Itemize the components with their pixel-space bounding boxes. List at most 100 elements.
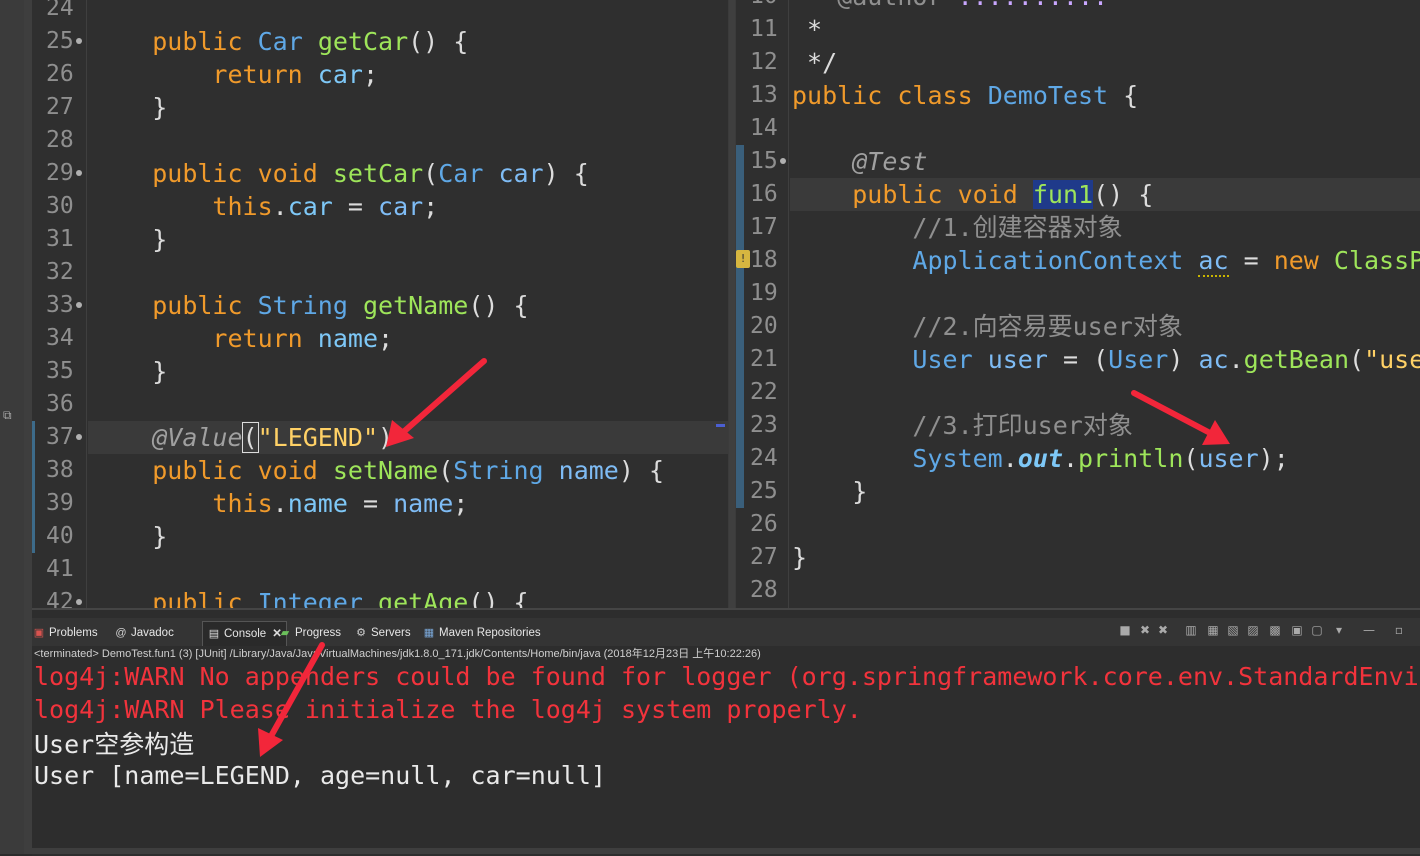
line-number: 21	[750, 346, 778, 372]
fold-toggle-icon[interactable]	[76, 599, 82, 605]
minimize-icon[interactable]: —	[1362, 623, 1376, 637]
remove-launch-icon[interactable]: ✖	[1138, 623, 1152, 637]
horizontal-scrollbar[interactable]	[32, 848, 1420, 854]
code-line-18[interactable]: !18 ApplicationContext ac = new ClassPat	[736, 244, 1420, 277]
code-line-24[interactable]: 24	[32, 0, 728, 25]
code-line-29[interactable]: 29 public void setCar(Car car) {	[32, 157, 728, 190]
code-text: this.car = car;	[212, 192, 439, 221]
code-line-11[interactable]: 11 *	[736, 13, 1420, 46]
pin-console-icon[interactable]: ▩	[1268, 623, 1282, 637]
tab-problems[interactable]: ▣ Problems	[32, 623, 98, 643]
change-marker	[736, 409, 744, 442]
code-line-24[interactable]: 24 System.out.println(user);	[736, 442, 1420, 475]
code-line-19[interactable]: 19	[736, 277, 1420, 310]
editor-demotest-java[interactable]: 10 * @author ..........11 *12 */13public…	[736, 0, 1420, 608]
line-number: 17	[750, 214, 778, 240]
display-console-icon[interactable]: ▣	[1290, 623, 1304, 637]
maximize-icon[interactable]: ▫	[1392, 623, 1406, 637]
left-trim-bar: ⧉	[0, 0, 24, 854]
code-line-38[interactable]: 38 public void setName(String name) {	[32, 454, 728, 487]
code-line-33[interactable]: 33 public String getName() {	[32, 289, 728, 322]
line-number: 15	[750, 148, 778, 174]
code-line-34[interactable]: 34 return name;	[32, 322, 728, 355]
code-text: ApplicationContext ac = new ClassPat	[912, 246, 1420, 277]
code-line-22[interactable]: 22	[736, 376, 1420, 409]
scroll-lock-icon[interactable]: ▥	[1184, 623, 1198, 637]
line-number: 14	[750, 115, 778, 141]
editor-sash[interactable]	[728, 0, 736, 608]
warning-icon[interactable]: !	[736, 250, 750, 268]
code-line-15[interactable]: 15 @Test	[736, 145, 1420, 178]
code-line-27[interactable]: 27 }	[32, 91, 728, 124]
code-line-12[interactable]: 12 */	[736, 46, 1420, 79]
tab-maven-repositories[interactable]: ▦ Maven Repositories	[422, 623, 541, 643]
code-line-40[interactable]: 40 }	[32, 520, 728, 553]
code-line-35[interactable]: 35 }	[32, 355, 728, 388]
code-line-25[interactable]: 25 }	[736, 475, 1420, 508]
perspective-icon[interactable]: ⧉	[3, 408, 19, 424]
code-line-26[interactable]: 26	[736, 508, 1420, 541]
code-line-32[interactable]: 32	[32, 256, 728, 289]
maven-repositories-icon: ▦	[423, 627, 435, 639]
fold-toggle-icon[interactable]	[76, 434, 82, 440]
change-marker	[736, 277, 744, 310]
code-line-28[interactable]: 28	[736, 574, 1420, 607]
code-line-30[interactable]: 30 this.car = car;	[32, 190, 728, 223]
line-number: 20	[750, 313, 778, 339]
code-text: }	[92, 225, 168, 254]
code-line-28[interactable]: 28	[32, 124, 728, 157]
tab-console[interactable]: ▤ Console ✕	[202, 621, 287, 646]
console-icon: ▤	[208, 628, 220, 640]
tab-progress[interactable]: ▰ Progress	[278, 623, 341, 643]
change-marker	[736, 178, 744, 211]
code-line-27[interactable]: 27}	[736, 541, 1420, 574]
line-number: 37	[46, 424, 74, 450]
tab-servers[interactable]: ⚙ Servers	[354, 623, 411, 643]
code-line-42[interactable]: 42 public Integer getAge() {	[32, 586, 728, 608]
show-stderr-icon[interactable]: ▧	[1226, 623, 1240, 637]
line-number: 27	[46, 94, 74, 120]
line-number: 35	[46, 358, 74, 384]
line-number: 11	[750, 16, 778, 42]
tab-javadoc[interactable]: @ Javadoc	[114, 623, 173, 643]
editor-user-java[interactable]: 24 25 public Car getCar() {26 return car;…	[32, 0, 728, 608]
code-line-21[interactable]: 21 User user = (User) ac.getBean("user"	[736, 343, 1420, 376]
tab-label: Maven Repositories	[439, 627, 541, 639]
code-line-37[interactable]: 37 @Value("LEGEND")	[32, 421, 728, 454]
code-text: }	[792, 543, 808, 572]
code-text: public void setCar(Car car) {	[152, 159, 589, 188]
fold-toggle-icon[interactable]	[780, 158, 786, 164]
overview-ruler-mark[interactable]	[716, 424, 725, 427]
tab-label: Servers	[371, 627, 411, 639]
console-error-line: log4j:WARN No appenders could be found f…	[34, 662, 1420, 691]
code-line-23[interactable]: 23 //3.打印user对象	[736, 409, 1420, 442]
servers-icon: ⚙	[356, 627, 366, 639]
code-line-26[interactable]: 26 return car;	[32, 58, 728, 91]
fold-toggle-icon[interactable]	[76, 170, 82, 176]
code-line-25[interactable]: 25 public Car getCar() {	[32, 25, 728, 58]
tab-label: Console	[224, 628, 267, 640]
remove-all-icon[interactable]: ✖	[1156, 623, 1170, 637]
code-line-39[interactable]: 39 this.name = name;	[32, 487, 728, 520]
word-wrap-icon[interactable]: ▨	[1246, 623, 1260, 637]
code-line-36[interactable]: 36	[32, 388, 728, 421]
code-line-20[interactable]: 20 //2.向容易要user对象	[736, 310, 1420, 343]
line-number: 29	[46, 160, 74, 186]
show-stdout-icon[interactable]: ▦	[1206, 623, 1220, 637]
code-line-13[interactable]: 13 public class DemoTest {	[736, 79, 1420, 112]
fold-toggle-icon[interactable]	[76, 38, 82, 44]
vertical-scrollbar[interactable]	[729, 0, 735, 608]
line-number: 36	[46, 391, 74, 417]
open-console-icon[interactable]: ▢	[1310, 623, 1324, 637]
code-line-10[interactable]: 10 * @author ..........	[736, 0, 1420, 13]
code-line-41[interactable]: 41	[32, 553, 728, 586]
fold-toggle-icon[interactable]	[76, 302, 82, 308]
code-line-14[interactable]: 14	[736, 112, 1420, 145]
new-console-icon[interactable]: ▾	[1332, 623, 1346, 637]
code-line-31[interactable]: 31 }	[32, 223, 728, 256]
code-line-17[interactable]: 17 //1.创建容器对象	[736, 211, 1420, 244]
sash-left[interactable]	[24, 0, 32, 854]
change-marker	[736, 310, 744, 343]
terminate-icon[interactable]: ■	[1118, 623, 1132, 637]
code-line-16[interactable]: 16 public void fun1() {	[736, 178, 1420, 211]
